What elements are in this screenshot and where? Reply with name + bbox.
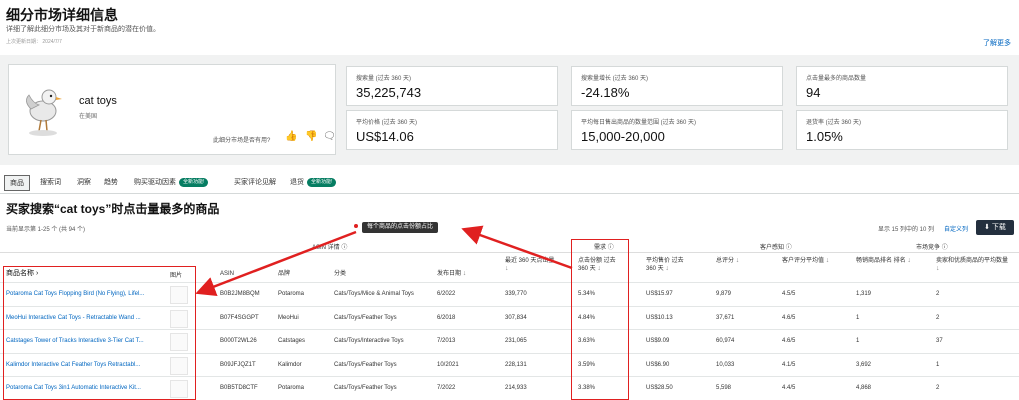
annotation-arrows: [195, 224, 573, 296]
annotation-dot: [354, 224, 358, 228]
arrow-to-tooltip: [461, 225, 573, 270]
arrow-to-images: [195, 230, 357, 296]
